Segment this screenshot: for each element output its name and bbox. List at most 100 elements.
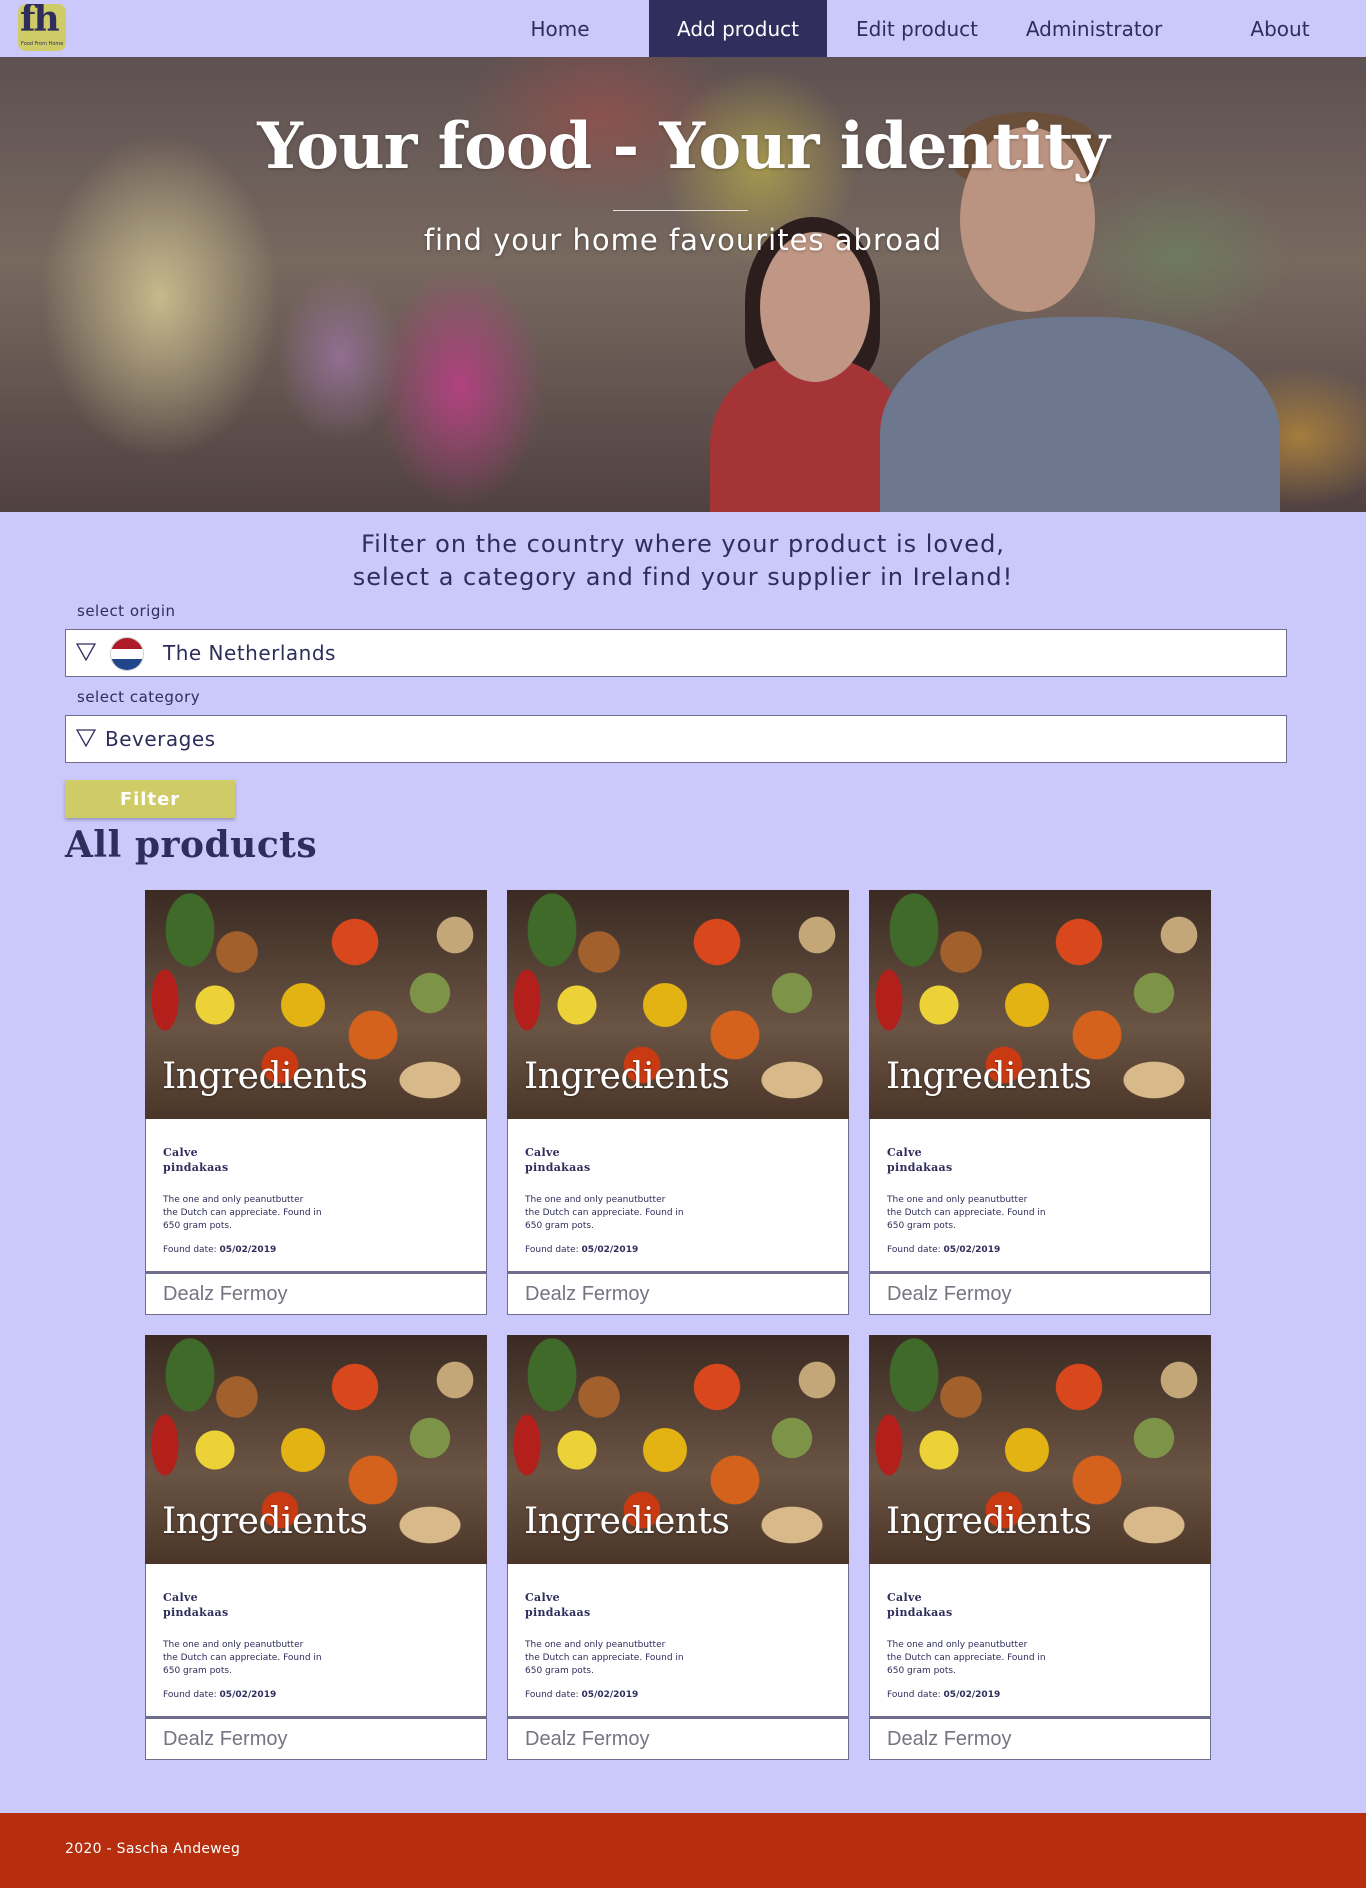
product-name-line-1: Calve (525, 1591, 560, 1604)
footer-copyright: 2020 - Sascha Andeweg (65, 1841, 241, 1857)
product-name-line-1: Calve (163, 1146, 198, 1159)
triangle-down-icon (76, 643, 96, 661)
product-store-name: Dealz Fermoy (525, 1728, 650, 1750)
product-store-name: Dealz Fermoy (887, 1283, 1012, 1305)
product-card[interactable]: Ingredients Calve pindakaas The one and onl… (869, 890, 1211, 1315)
product-name-line-1: Calve (525, 1146, 560, 1159)
nav-about[interactable]: About (1228, 0, 1332, 57)
found-date-value: 05/02/2019 (219, 1690, 277, 1700)
product-category: Ingredients (162, 1501, 368, 1542)
netherlands-flag-icon (110, 637, 144, 671)
category-select[interactable]: Beverages (65, 715, 1287, 763)
hero-divider (613, 210, 748, 211)
product-store[interactable]: Dealz Fermoy (507, 1717, 849, 1760)
product-card[interactable]: Ingredients Calve pindakaas The one and onl… (145, 890, 487, 1315)
product-store[interactable]: Dealz Fermoy (869, 1717, 1211, 1760)
product-name-line-2: pindakaas (163, 1606, 229, 1619)
products-heading: All products (65, 824, 318, 866)
product-name: Calve pindakaas (887, 1145, 952, 1175)
product-name: Calve pindakaas (887, 1590, 952, 1620)
product-description: The one and only peanutbutter the Dutch c… (525, 1194, 705, 1233)
product-found-date: Found date: 05/02/2019 (887, 1690, 1000, 1700)
product-details: Calve pindakaas The one and only peanutbut… (145, 1564, 487, 1717)
product-store[interactable]: Dealz Fermoy (869, 1272, 1211, 1315)
product-description-line-1: The one and only peanutbutter (887, 1640, 1028, 1650)
product-description-line-3: 650 gram pots. (525, 1666, 594, 1676)
product-name: Calve pindakaas (525, 1590, 590, 1620)
hero-banner: Your food - Your identity find your home… (0, 57, 1366, 512)
product-description-line-1: The one and only peanutbutter (525, 1195, 666, 1205)
found-date-value: 05/02/2019 (581, 1690, 639, 1700)
flag-stripe-white (111, 648, 143, 660)
category-select-value: Beverages (105, 727, 216, 751)
found-date-label: Found date: (887, 1690, 941, 1700)
product-description: The one and only peanutbutter the Dutch c… (525, 1639, 705, 1678)
product-name-line-1: Calve (887, 1146, 922, 1159)
product-name-line-1: Calve (163, 1591, 198, 1604)
logo-mark: fh (20, 4, 60, 40)
product-image: Ingredients (145, 890, 487, 1119)
found-date-label: Found date: (525, 1690, 579, 1700)
product-category: Ingredients (886, 1056, 1092, 1097)
product-card[interactable]: Ingredients Calve pindakaas The one and onl… (869, 1335, 1211, 1760)
product-description: The one and only peanutbutter the Dutch c… (163, 1639, 343, 1678)
product-store-name: Dealz Fermoy (887, 1728, 1012, 1750)
found-date-value: 05/02/2019 (943, 1690, 1001, 1700)
product-card[interactable]: Ingredients Calve pindakaas The one and onl… (507, 1335, 849, 1760)
product-description-line-3: 650 gram pots. (163, 1221, 232, 1231)
found-date-label: Found date: (163, 1245, 217, 1255)
product-store-name: Dealz Fermoy (163, 1283, 288, 1305)
product-category: Ingredients (524, 1056, 730, 1097)
flag-stripe-red (111, 638, 143, 649)
found-date-value: 05/02/2019 (219, 1245, 277, 1255)
product-name-line-2: pindakaas (525, 1606, 591, 1619)
origin-select[interactable]: The Netherlands (65, 629, 1287, 677)
site-logo[interactable]: fh Food From Home (18, 4, 66, 51)
product-description-line-2: the Dutch can appreciate. Found in (163, 1653, 322, 1663)
product-found-date: Found date: 05/02/2019 (163, 1245, 276, 1255)
nav-add-product[interactable]: Add product (649, 0, 827, 57)
product-name: Calve pindakaas (163, 1145, 228, 1175)
product-card[interactable]: Ingredients Calve pindakaas The one and onl… (145, 1335, 487, 1760)
found-date-value: 05/02/2019 (581, 1245, 639, 1255)
product-details: Calve pindakaas The one and only peanutbut… (869, 1119, 1211, 1272)
product-image: Ingredients (507, 1335, 849, 1564)
filter-intro-line-1: Filter on the country where your product… (361, 530, 1005, 558)
nav-edit-product[interactable]: Edit product (843, 0, 991, 57)
product-store[interactable]: Dealz Fermoy (507, 1272, 849, 1315)
found-date-value: 05/02/2019 (943, 1245, 1001, 1255)
flag-stripe-blue (111, 659, 143, 670)
product-name-line-2: pindakaas (525, 1161, 591, 1174)
category-label: select category (77, 688, 201, 706)
product-store[interactable]: Dealz Fermoy (145, 1717, 487, 1760)
product-category: Ingredients (162, 1056, 368, 1097)
product-found-date: Found date: 05/02/2019 (163, 1690, 276, 1700)
product-details: Calve pindakaas The one and only peanutbut… (869, 1564, 1211, 1717)
filter-button[interactable]: Filter (65, 780, 235, 818)
filter-intro: Filter on the country where your product… (0, 528, 1366, 594)
product-store-name: Dealz Fermoy (525, 1283, 650, 1305)
product-name-line-1: Calve (887, 1591, 922, 1604)
product-description-line-3: 650 gram pots. (525, 1221, 594, 1231)
product-card[interactable]: Ingredients Calve pindakaas The one and onl… (507, 890, 849, 1315)
product-name-line-2: pindakaas (887, 1161, 953, 1174)
product-name: Calve pindakaas (525, 1145, 590, 1175)
product-details: Calve pindakaas The one and only peanutbut… (507, 1119, 849, 1272)
product-description-line-3: 650 gram pots. (163, 1666, 232, 1676)
product-details: Calve pindakaas The one and only peanutbut… (145, 1119, 487, 1272)
nav-home[interactable]: Home (510, 0, 610, 57)
product-image: Ingredients (145, 1335, 487, 1564)
product-description-line-1: The one and only peanutbutter (163, 1640, 304, 1650)
hero-title: Your food - Your identity (257, 109, 1109, 184)
product-description-line-2: the Dutch can appreciate. Found in (163, 1208, 322, 1218)
product-store[interactable]: Dealz Fermoy (145, 1272, 487, 1315)
found-date-label: Found date: (525, 1245, 579, 1255)
top-nav: fh Food From Home Home Add product Edit … (0, 0, 1366, 57)
origin-select-value: The Netherlands (163, 641, 336, 665)
product-name-line-2: pindakaas (163, 1161, 229, 1174)
product-description: The one and only peanutbutter the Dutch c… (887, 1639, 1067, 1678)
product-description-line-1: The one and only peanutbutter (163, 1195, 304, 1205)
nav-administrator[interactable]: Administrator (1010, 0, 1178, 57)
product-description-line-2: the Dutch can appreciate. Found in (887, 1208, 1046, 1218)
product-image: Ingredients (869, 890, 1211, 1119)
